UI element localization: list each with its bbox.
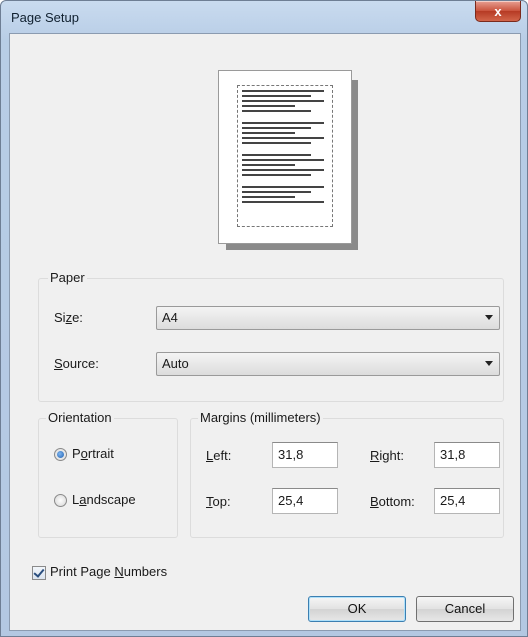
margins-group (190, 418, 504, 538)
left-margin-input[interactable]: 31,8 (272, 442, 338, 468)
orientation-group-label: Orientation (46, 410, 114, 425)
dialog-body: Paper Size: A4 Source: Auto Orientation … (9, 33, 521, 631)
landscape-radio[interactable] (54, 494, 67, 507)
preview-text-lines (242, 90, 328, 222)
source-label: Source: (54, 356, 99, 371)
preview-margin-outline (237, 85, 333, 227)
title-bar[interactable]: Page Setup x (1, 1, 527, 33)
print-page-numbers-checkbox[interactable] (32, 566, 46, 580)
left-margin-label: Left: (206, 448, 232, 463)
print-page-numbers-label[interactable]: Print Page Numbers (50, 564, 167, 579)
close-icon: x (494, 3, 502, 19)
right-margin-input[interactable]: 31,8 (434, 442, 500, 468)
bottom-margin-label: Bottom: (370, 494, 415, 509)
source-value: Auto (162, 356, 189, 371)
top-margin-label: Top: (206, 494, 231, 509)
right-margin-label: Right: (370, 448, 404, 463)
size-dropdown[interactable]: A4 (156, 306, 500, 330)
landscape-label[interactable]: Landscape (72, 492, 136, 507)
chevron-down-icon (485, 361, 493, 366)
portrait-radio[interactable] (54, 448, 67, 461)
paper-group-label: Paper (48, 270, 87, 285)
close-button[interactable]: x (475, 1, 521, 22)
chevron-down-icon (485, 315, 493, 320)
paper-group (38, 278, 504, 402)
bottom-margin-input[interactable]: 25,4 (434, 488, 500, 514)
page-preview (218, 70, 352, 244)
page-setup-dialog: Page Setup x Paper Size: A4 Source: Auto… (0, 0, 528, 637)
top-margin-input[interactable]: 25,4 (272, 488, 338, 514)
cancel-button[interactable]: Cancel (416, 596, 514, 622)
source-dropdown[interactable]: Auto (156, 352, 500, 376)
size-value: A4 (162, 310, 178, 325)
checkmark-icon (33, 566, 45, 578)
margins-group-label: Margins (millimeters) (198, 410, 323, 425)
portrait-label[interactable]: Portrait (72, 446, 114, 461)
orientation-group (38, 418, 178, 538)
ok-button[interactable]: OK (308, 596, 406, 622)
size-label: Size: (54, 310, 83, 325)
dialog-title: Page Setup (11, 10, 79, 25)
